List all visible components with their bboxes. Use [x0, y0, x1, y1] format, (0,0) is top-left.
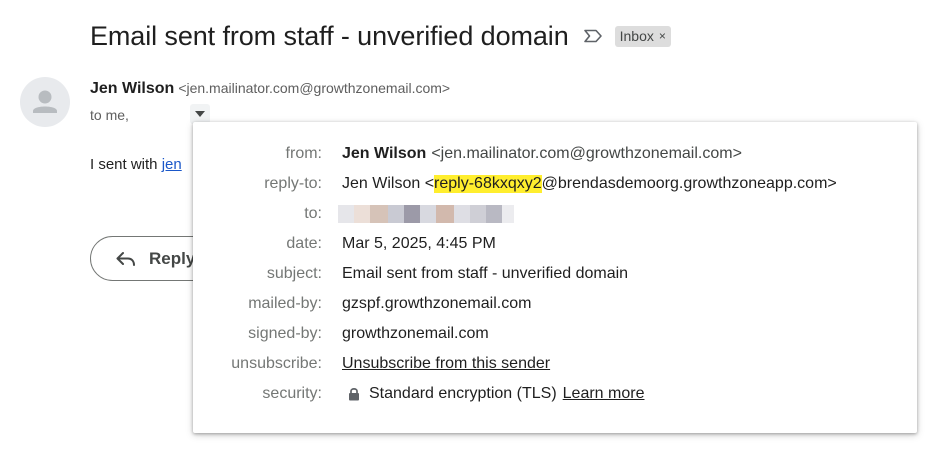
label-chip-text: Inbox: [619, 27, 654, 44]
recipient-text: to me,: [90, 107, 129, 123]
mailed-by-label: mailed-by:: [248, 295, 322, 312]
sender-avatar[interactable]: [20, 77, 70, 127]
important-marker-icon[interactable]: [583, 28, 605, 44]
signed-by-value: growthzonemail.com: [342, 325, 489, 342]
subject-value: Email sent from staff - unverified domai…: [342, 265, 629, 282]
unsubscribe-link[interactable]: Unsubscribe from this sender: [342, 355, 550, 373]
to-value-redacted: [338, 205, 514, 223]
message-body: I sent with jen: [90, 156, 182, 173]
from-name: Jen Wilson: [342, 145, 427, 162]
mailed-by-value: gzspf.growthzonemail.com: [342, 295, 532, 312]
detail-row-from: from: Jen Wilson <jen.mailinator.com@gro…: [193, 142, 917, 166]
detail-row-to: to:: [193, 202, 917, 226]
sender-line: Jen Wilson <jen.mailinator.com@growthzon…: [90, 80, 450, 98]
unsubscribe-label: unsubscribe:: [231, 355, 322, 372]
sender-name[interactable]: Jen Wilson: [90, 80, 174, 98]
reply-button-label: Reply: [149, 248, 196, 268]
from-value: Jen Wilson <jen.mailinator.com@growthzon…: [342, 145, 742, 163]
email-subject: Email sent from staff - unverified domai…: [90, 20, 569, 51]
detail-row-subject: subject: Email sent from staff - unverif…: [193, 262, 917, 286]
reply-to-label: reply-to:: [264, 175, 322, 192]
inbox-label-chip[interactable]: Inbox ×: [614, 25, 671, 47]
recipient-line: to me,: [90, 107, 129, 123]
security-value: Standard encryption (TLS) Learn more: [348, 385, 644, 403]
security-text: Standard encryption (TLS): [369, 385, 557, 402]
signed-by-label: signed-by:: [248, 325, 322, 342]
to-label: to:: [304, 205, 322, 222]
reply-to-highlight: reply-68kxqxy2: [434, 175, 542, 193]
detail-row-mailed-by: mailed-by: gzspf.growthzonemail.com: [193, 292, 917, 316]
detail-row-signed-by: signed-by: growthzonemail.com: [193, 322, 917, 346]
learn-more-link[interactable]: Learn more: [563, 385, 645, 403]
body-text: I sent with: [90, 156, 162, 173]
label-chip-close-icon[interactable]: ×: [659, 29, 666, 43]
from-label: from:: [285, 145, 322, 162]
detail-row-security: security: Standard encryption (TLS) Lear…: [193, 382, 917, 406]
lock-icon: [348, 387, 360, 401]
show-details-button[interactable]: [190, 104, 210, 124]
detail-row-unsubscribe: unsubscribe: Unsubscribe from this sende…: [193, 352, 917, 376]
date-value: Mar 5, 2025, 4:45 PM: [342, 235, 496, 252]
from-email: <jen.mailinator.com@growthzonemail.com>: [431, 145, 742, 162]
reply-to-prefix: Jen Wilson <: [342, 175, 435, 192]
body-link[interactable]: jen: [162, 156, 182, 173]
reply-arrow-icon: [115, 250, 137, 268]
caret-down-icon: [195, 111, 205, 117]
date-label: date:: [286, 235, 322, 252]
sender-email: <jen.mailinator.com@growthzonemail.com>: [178, 80, 451, 96]
reply-to-suffix: @brendasdemoorg.growthzoneapp.com>: [541, 175, 837, 192]
subject-row: Email sent from staff - unverified domai…: [90, 16, 671, 56]
detail-row-reply-to: reply-to: Jen Wilson < reply-68kxqxy2 @bre…: [193, 172, 917, 196]
default-avatar-icon: [33, 90, 57, 113]
redacted-recipient: [338, 205, 514, 223]
detail-row-date: date: Mar 5, 2025, 4:45 PM: [193, 232, 917, 256]
subject-label: subject:: [266, 265, 322, 282]
security-label: security:: [262, 385, 322, 402]
message-details-popup: from: Jen Wilson <jen.mailinator.com@gro…: [193, 122, 917, 433]
reply-to-value: Jen Wilson < reply-68kxqxy2 @brendasdemoor…: [342, 175, 837, 193]
